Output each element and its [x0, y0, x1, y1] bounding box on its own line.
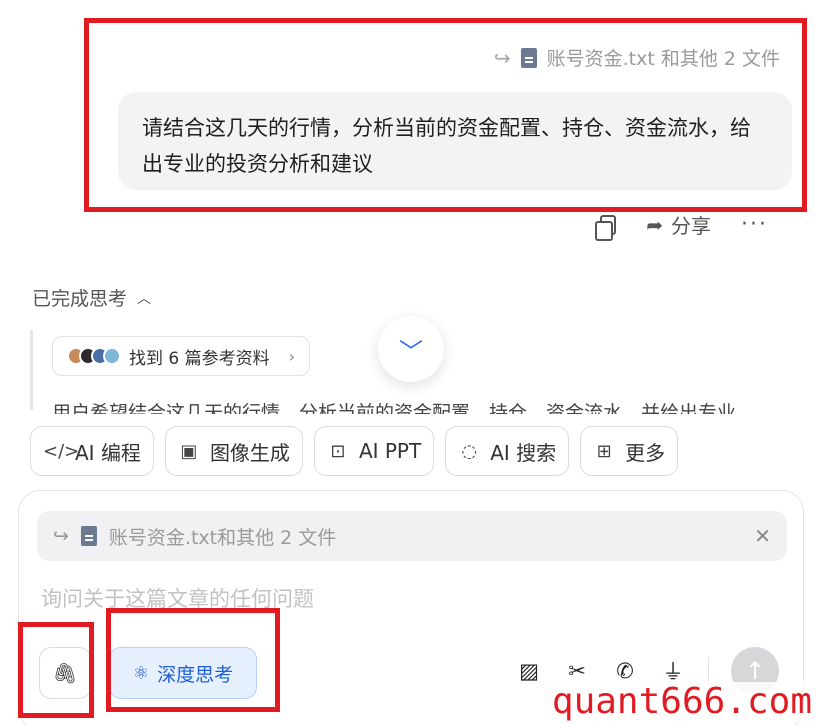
references-chip[interactable]: 找到 6 篇参考资料 › — [52, 336, 310, 376]
phone-icon[interactable]: ✆ — [612, 659, 638, 683]
share-label: 分享 — [671, 214, 712, 238]
more-grid-icon: ⊞ — [596, 440, 612, 462]
image-gen-icon: ▣ — [180, 440, 198, 462]
tool-image-generation[interactable]: ▣ 图像生成 — [164, 426, 303, 476]
forward-arrow-icon: ↪ — [53, 525, 69, 547]
share-button[interactable]: ➦ 分享 — [646, 210, 711, 239]
close-icon[interactable]: ✕ — [754, 524, 771, 548]
more-options-icon[interactable]: ··· — [741, 212, 768, 237]
references-label: 找到 6 篇参考资料 — [129, 348, 270, 369]
attachment-line[interactable]: ↪ 账号资金.txt 和其他 2 文件 — [494, 44, 780, 71]
attached-files-label: 账号资金.txt和其他 2 文件 — [108, 526, 337, 549]
deep-think-button[interactable]: ⚛ 深度思考 — [109, 647, 257, 699]
share-icon: ➦ — [646, 212, 664, 237]
thinking-rail — [30, 330, 33, 410]
tool-ai-coding[interactable]: </> AI 编程 — [30, 426, 154, 476]
ppt-icon: ⊡ — [330, 440, 346, 462]
paperclip-icon: 🖇 — [52, 661, 78, 685]
attachment-label: 账号资金.txt 和其他 2 文件 — [546, 48, 780, 70]
tool-label: 图像生成 — [209, 440, 290, 465]
tool-ai-search[interactable]: ◌ AI 搜索 — [445, 426, 570, 476]
atom-icon: ⚛ — [132, 662, 150, 684]
attach-file-button[interactable]: 🖇 — [39, 647, 91, 699]
copy-button[interactable] — [595, 214, 617, 241]
prompt-input[interactable] — [41, 587, 761, 611]
deep-think-label: 深度思考 — [157, 663, 234, 686]
tool-label: AI PPT — [358, 439, 422, 463]
chevron-right-icon: › — [288, 346, 295, 366]
thinking-title: 已完成思考 — [32, 288, 128, 310]
scroll-down-button[interactable]: ﹀ — [378, 316, 444, 382]
user-message-bubble: 请结合这几天的行情，分析当前的资金配置、持仓、资金流水，给出专业的投资分析和建议 — [118, 92, 792, 190]
copy-icon — [595, 214, 617, 241]
source-avatar-icon — [103, 347, 121, 365]
chevron-down-icon: ﹀ — [399, 337, 423, 366]
document-icon — [80, 526, 97, 546]
tool-label: 更多 — [625, 440, 666, 465]
thinking-text-preview: 用户希望结合这几天的行情，分析当前的资金配置、持仓、资金流水，并给出专业 — [52, 402, 737, 414]
forward-arrow-icon: ↪ — [493, 45, 511, 70]
tool-chip-row: </> AI 编程 ▣ 图像生成 ⊡ AI PPT ◌ AI 搜索 ⊞ 更多 — [30, 426, 679, 476]
thinking-toggle[interactable]: 已完成思考 ︿ — [32, 284, 151, 311]
scissors-icon[interactable]: ✂ — [564, 659, 590, 683]
chevron-up-icon: ︿ — [137, 290, 152, 307]
message-actions: ➦ 分享 ··· — [595, 210, 768, 241]
source-avatars — [67, 347, 121, 365]
ai-search-icon: ◌ — [461, 440, 478, 462]
attached-files-bar: ↪ 账号资金.txt和其他 2 文件 ✕ — [37, 511, 787, 561]
tool-more[interactable]: ⊞ 更多 — [580, 426, 679, 476]
code-icon: </> — [43, 440, 80, 462]
tool-ai-ppt[interactable]: ⊡ AI PPT — [313, 426, 435, 476]
image-upload-icon[interactable]: ▨ — [516, 659, 542, 683]
tool-label: AI 搜索 — [490, 440, 557, 465]
document-icon — [520, 47, 537, 68]
tool-label: AI 编程 — [75, 440, 141, 465]
watermark: quant666.com — [547, 682, 816, 722]
